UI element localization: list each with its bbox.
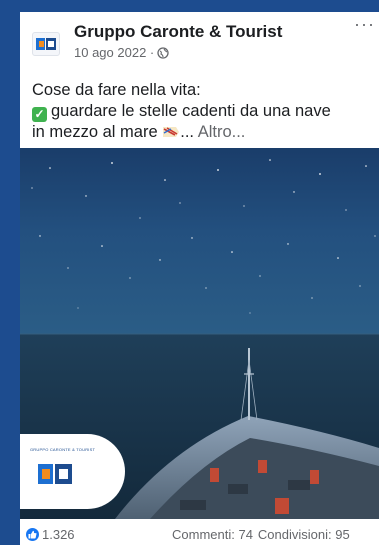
post-text-line-2-text: guardare le stelle cadenti da una nave [51,101,331,120]
post-stats: Commenti: 74 Condivisioni: 95 [172,527,350,542]
reactions-count[interactable]: 1.326 [26,527,75,542]
check-mark-icon: ✓ [32,106,47,122]
flag-icon [163,126,180,137]
post-date-text: 10 ago 2022 · [74,45,155,60]
post-text: Cose da fare nella vita: ✓ guardare le st… [32,80,379,142]
page-avatar[interactable] [32,32,60,56]
more-options-button[interactable]: ··· [354,15,375,33]
thumbs-up-icon [26,528,39,541]
logo-small-text: GRUPPO CARONTE & TOURIST [30,447,96,452]
post-card: Gruppo Caronte & Tourist 10 ago 2022 · ·… [20,12,379,545]
post-photo[interactable]: GRUPPO CARONTE & TOURIST [20,148,379,519]
post-date[interactable]: 10 ago 2022 · [74,45,169,60]
post-text-line-3: in mezzo al mare ... Altro... [32,122,379,143]
post-footer: 1.326 Commenti: 74 Condivisioni: 95 [20,519,379,545]
ellipsis: ... [180,122,194,141]
caronte-logo-icon [36,38,56,50]
see-more-link[interactable]: Altro... [198,123,246,141]
caronte-logo-mark [38,464,72,484]
globe-icon [157,46,169,59]
watermark-logo: GRUPPO CARONTE & TOURIST [20,434,125,509]
post-header: Gruppo Caronte & Tourist 10 ago 2022 · ·… [20,12,379,66]
comments-count[interactable]: Commenti: 74 [172,527,253,542]
page-name[interactable]: Gruppo Caronte & Tourist [74,22,282,42]
post-text-line-1: Cose da fare nella vita: [32,81,201,99]
likes-value: 1.326 [42,527,75,542]
post-text-line-3-text: in mezzo al mare [32,122,158,141]
shares-count[interactable]: Condivisioni: 95 [258,527,350,542]
post-text-line-2: ✓ guardare le stelle cadenti da una nave [32,101,379,122]
